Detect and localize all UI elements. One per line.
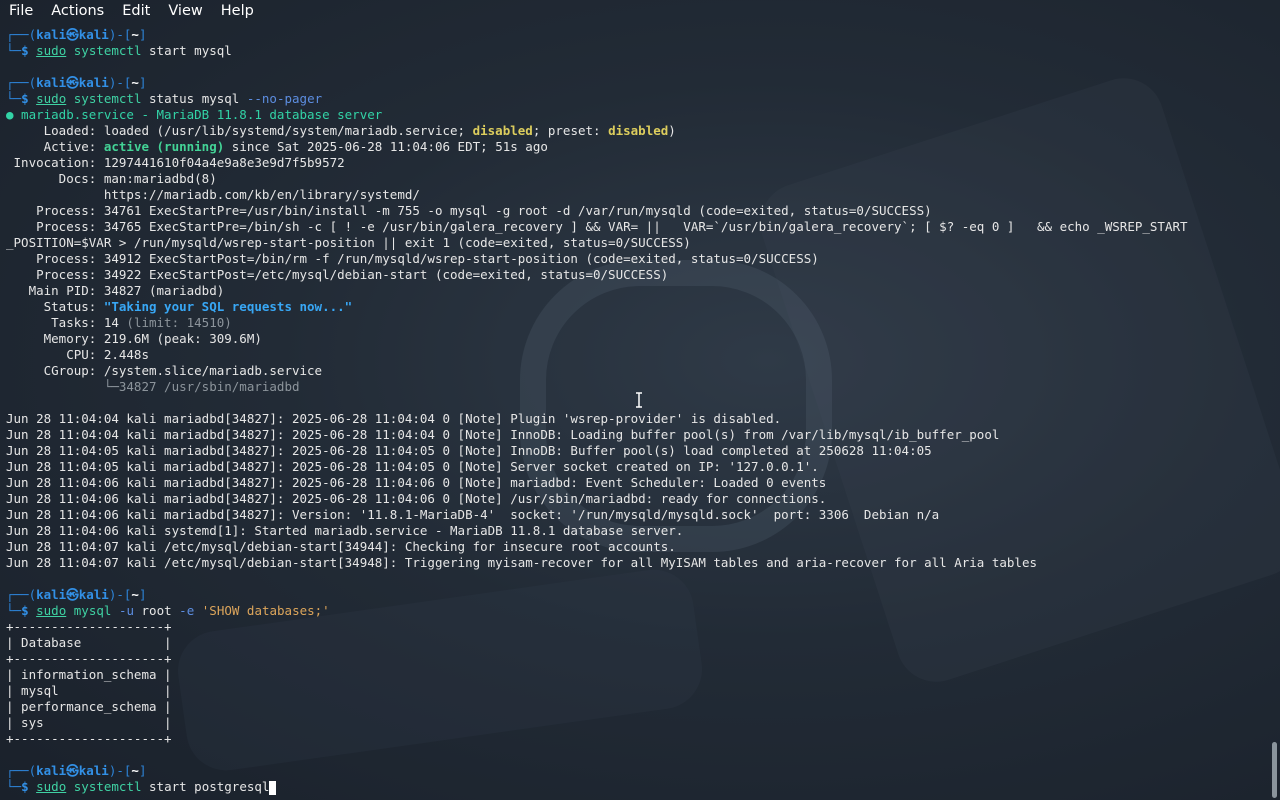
menu-help[interactable]: Help (212, 0, 263, 22)
log-line: Jun 28 11:04:07 kali /etc/mysql/debian-s… (6, 555, 1038, 570)
status-process-cont: _POSITION=$VAR > /run/mysqld/wsrep-start… (6, 235, 691, 250)
status-invocation: Invocation: 1297441610f04a4e9a8e3e9d7f5b… (6, 155, 345, 170)
table-border: +--------------------+ (6, 651, 172, 666)
status-process: Process: 34912 ExecStartPost=/bin/rm -f … (6, 251, 819, 266)
table-header: | Database | (6, 635, 172, 650)
status-active: Active: active (running) since Sat 2025-… (6, 139, 548, 154)
ibeam-cursor-icon (636, 392, 642, 408)
log-line: Jun 28 11:04:04 kali mariadbd[34827]: 20… (6, 427, 1000, 442)
status-mainpid: Main PID: 34827 (mariadbd) (6, 283, 225, 298)
menu-actions[interactable]: Actions (42, 0, 113, 22)
menu-view[interactable]: View (159, 0, 211, 22)
status-tasks: Tasks: 14 (limit: 14510) (6, 315, 232, 330)
status-process: Process: 34922 ExecStartPost=/etc/mysql/… (6, 267, 669, 282)
status-docs-url: https://mariadb.com/kb/en/library/system… (6, 187, 420, 202)
terminal-output[interactable]: ┌──(kali㉿kali)-[~] └─$ sudo systemctl st… (6, 27, 1274, 795)
log-line: Jun 28 11:04:06 kali systemd[1]: Started… (6, 523, 684, 538)
service-header: ● mariadb.service - MariaDB 11.8.1 datab… (6, 107, 383, 122)
log-line: Jun 28 11:04:06 kali mariadbd[34827]: 20… (6, 491, 827, 506)
log-line: Jun 28 11:04:04 kali mariadbd[34827]: 20… (6, 411, 782, 426)
log-line: Jun 28 11:04:06 kali mariadbd[34827]: 20… (6, 475, 827, 490)
table-row: | information_schema | (6, 667, 172, 682)
status-memory: Memory: 219.6M (peak: 309.6M) (6, 331, 262, 346)
status-process: Process: 34761 ExecStartPre=/usr/bin/ins… (6, 203, 932, 218)
log-line: Jun 28 11:04:05 kali mariadbd[34827]: 20… (6, 459, 819, 474)
command-line: └─$ sudo systemctl status mysql --no-pag… (6, 91, 323, 106)
command-line: └─$ sudo systemctl start mysql (6, 43, 232, 58)
table-border: +--------------------+ (6, 731, 172, 746)
table-row: | performance_schema | (6, 699, 172, 714)
status-cgroup: CGroup: /system.slice/mariadb.service (6, 363, 323, 378)
log-line: Jun 28 11:04:05 kali mariadbd[34827]: 20… (6, 443, 932, 458)
table-row: | sys | (6, 715, 172, 730)
status-loaded: Loaded: loaded (/usr/lib/systemd/system/… (6, 123, 676, 138)
prompt-line: ┌──(kali㉿kali)-[~] (6, 587, 147, 602)
command-input-line[interactable]: └─$ sudo systemctl start postgresql (6, 779, 1274, 795)
text-cursor (269, 780, 277, 795)
log-line: Jun 28 11:04:06 kali mariadbd[34827]: Ve… (6, 507, 940, 522)
prompt-line: ┌──(kali㉿kali)-[~] (6, 763, 147, 778)
table-row: | mysql | (6, 683, 172, 698)
log-line: Jun 28 11:04:07 kali /etc/mysql/debian-s… (6, 539, 676, 554)
menu-bar: File Actions Edit View Help (0, 0, 1280, 22)
status-process: Process: 34765 ExecStartPre=/bin/sh -c [… (6, 219, 1188, 234)
prompt-line: ┌──(kali㉿kali)-[~] (6, 27, 147, 42)
status-status: Status: "Taking your SQL requests now...… (6, 299, 353, 314)
prompt-line: ┌──(kali㉿kali)-[~] (6, 75, 147, 90)
menu-file[interactable]: File (0, 0, 42, 22)
status-cpu: CPU: 2.448s (6, 347, 149, 362)
command-line: └─$ sudo mysql -u root -e 'SHOW database… (6, 603, 330, 618)
scrollbar[interactable] (1272, 742, 1277, 798)
menu-edit[interactable]: Edit (113, 0, 159, 22)
status-docs: Docs: man:mariadbd(8) (6, 171, 217, 186)
table-border: +--------------------+ (6, 619, 172, 634)
